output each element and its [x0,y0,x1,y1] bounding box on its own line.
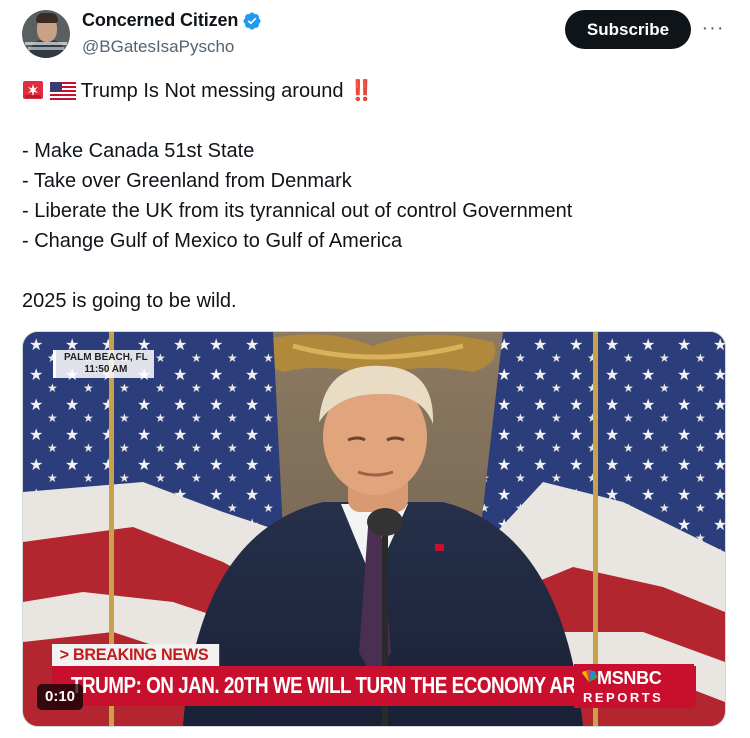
chyron-text: TRUMP: ON JAN. 20TH WE WILL TURN THE ECO… [71,672,630,698]
network-subtitle: REPORTS [583,690,664,705]
tweet-bullet: - Change Gulf of Mexico to Gulf of Ameri… [22,230,403,252]
avatar-caption-line [28,47,64,50]
tweet-headline-text: Trump Is Not messing around [80,80,344,102]
video-player[interactable]: ★ ★ [22,331,726,727]
breaking-news-label: > BREAKING NEWS [52,644,220,666]
tweet-bullet: - Take over Greenland from Denmark [22,170,352,192]
tweet-text: Trump Is Not messing around ‼️ - Make Ca… [22,76,722,316]
author-display-name[interactable]: Concerned Citizen [82,10,238,31]
location-label: PALM BEACH, FL [64,352,148,363]
subscribe-button[interactable]: Subscribe [565,10,691,49]
tweet-closing: 2025 is going to be wild. [22,290,237,312]
tweet-bullet: - Make Canada 51st State [22,140,255,162]
avatar-caption-line [25,42,67,45]
peacock-logo-icon [582,670,597,682]
avatar[interactable] [22,10,70,58]
author-handle[interactable]: @BGatesIsaPyscho [82,37,234,57]
us-flag-emoji-icon [49,79,76,109]
location-overlay: PALM BEACH, FL 11:50 AM [53,350,154,378]
double-exclamation-emoji: ‼️ [349,80,374,102]
tweet-headline-line: Trump Is Not messing around ‼️ [22,76,722,106]
tweet-bullet: - Liberate the UK from its tyrannical ou… [22,200,573,222]
verified-badge-icon [243,11,261,30]
avatar-hair [36,13,58,23]
rotating-light-emoji-icon [22,79,44,109]
more-horizontal-icon[interactable]: ··· [700,16,726,40]
location-time: 11:50 AM [84,364,128,375]
author-name-row[interactable]: Concerned Citizen [82,10,262,31]
network-name: MSNBC [597,668,662,688]
video-duration: 0:10 [37,684,84,710]
